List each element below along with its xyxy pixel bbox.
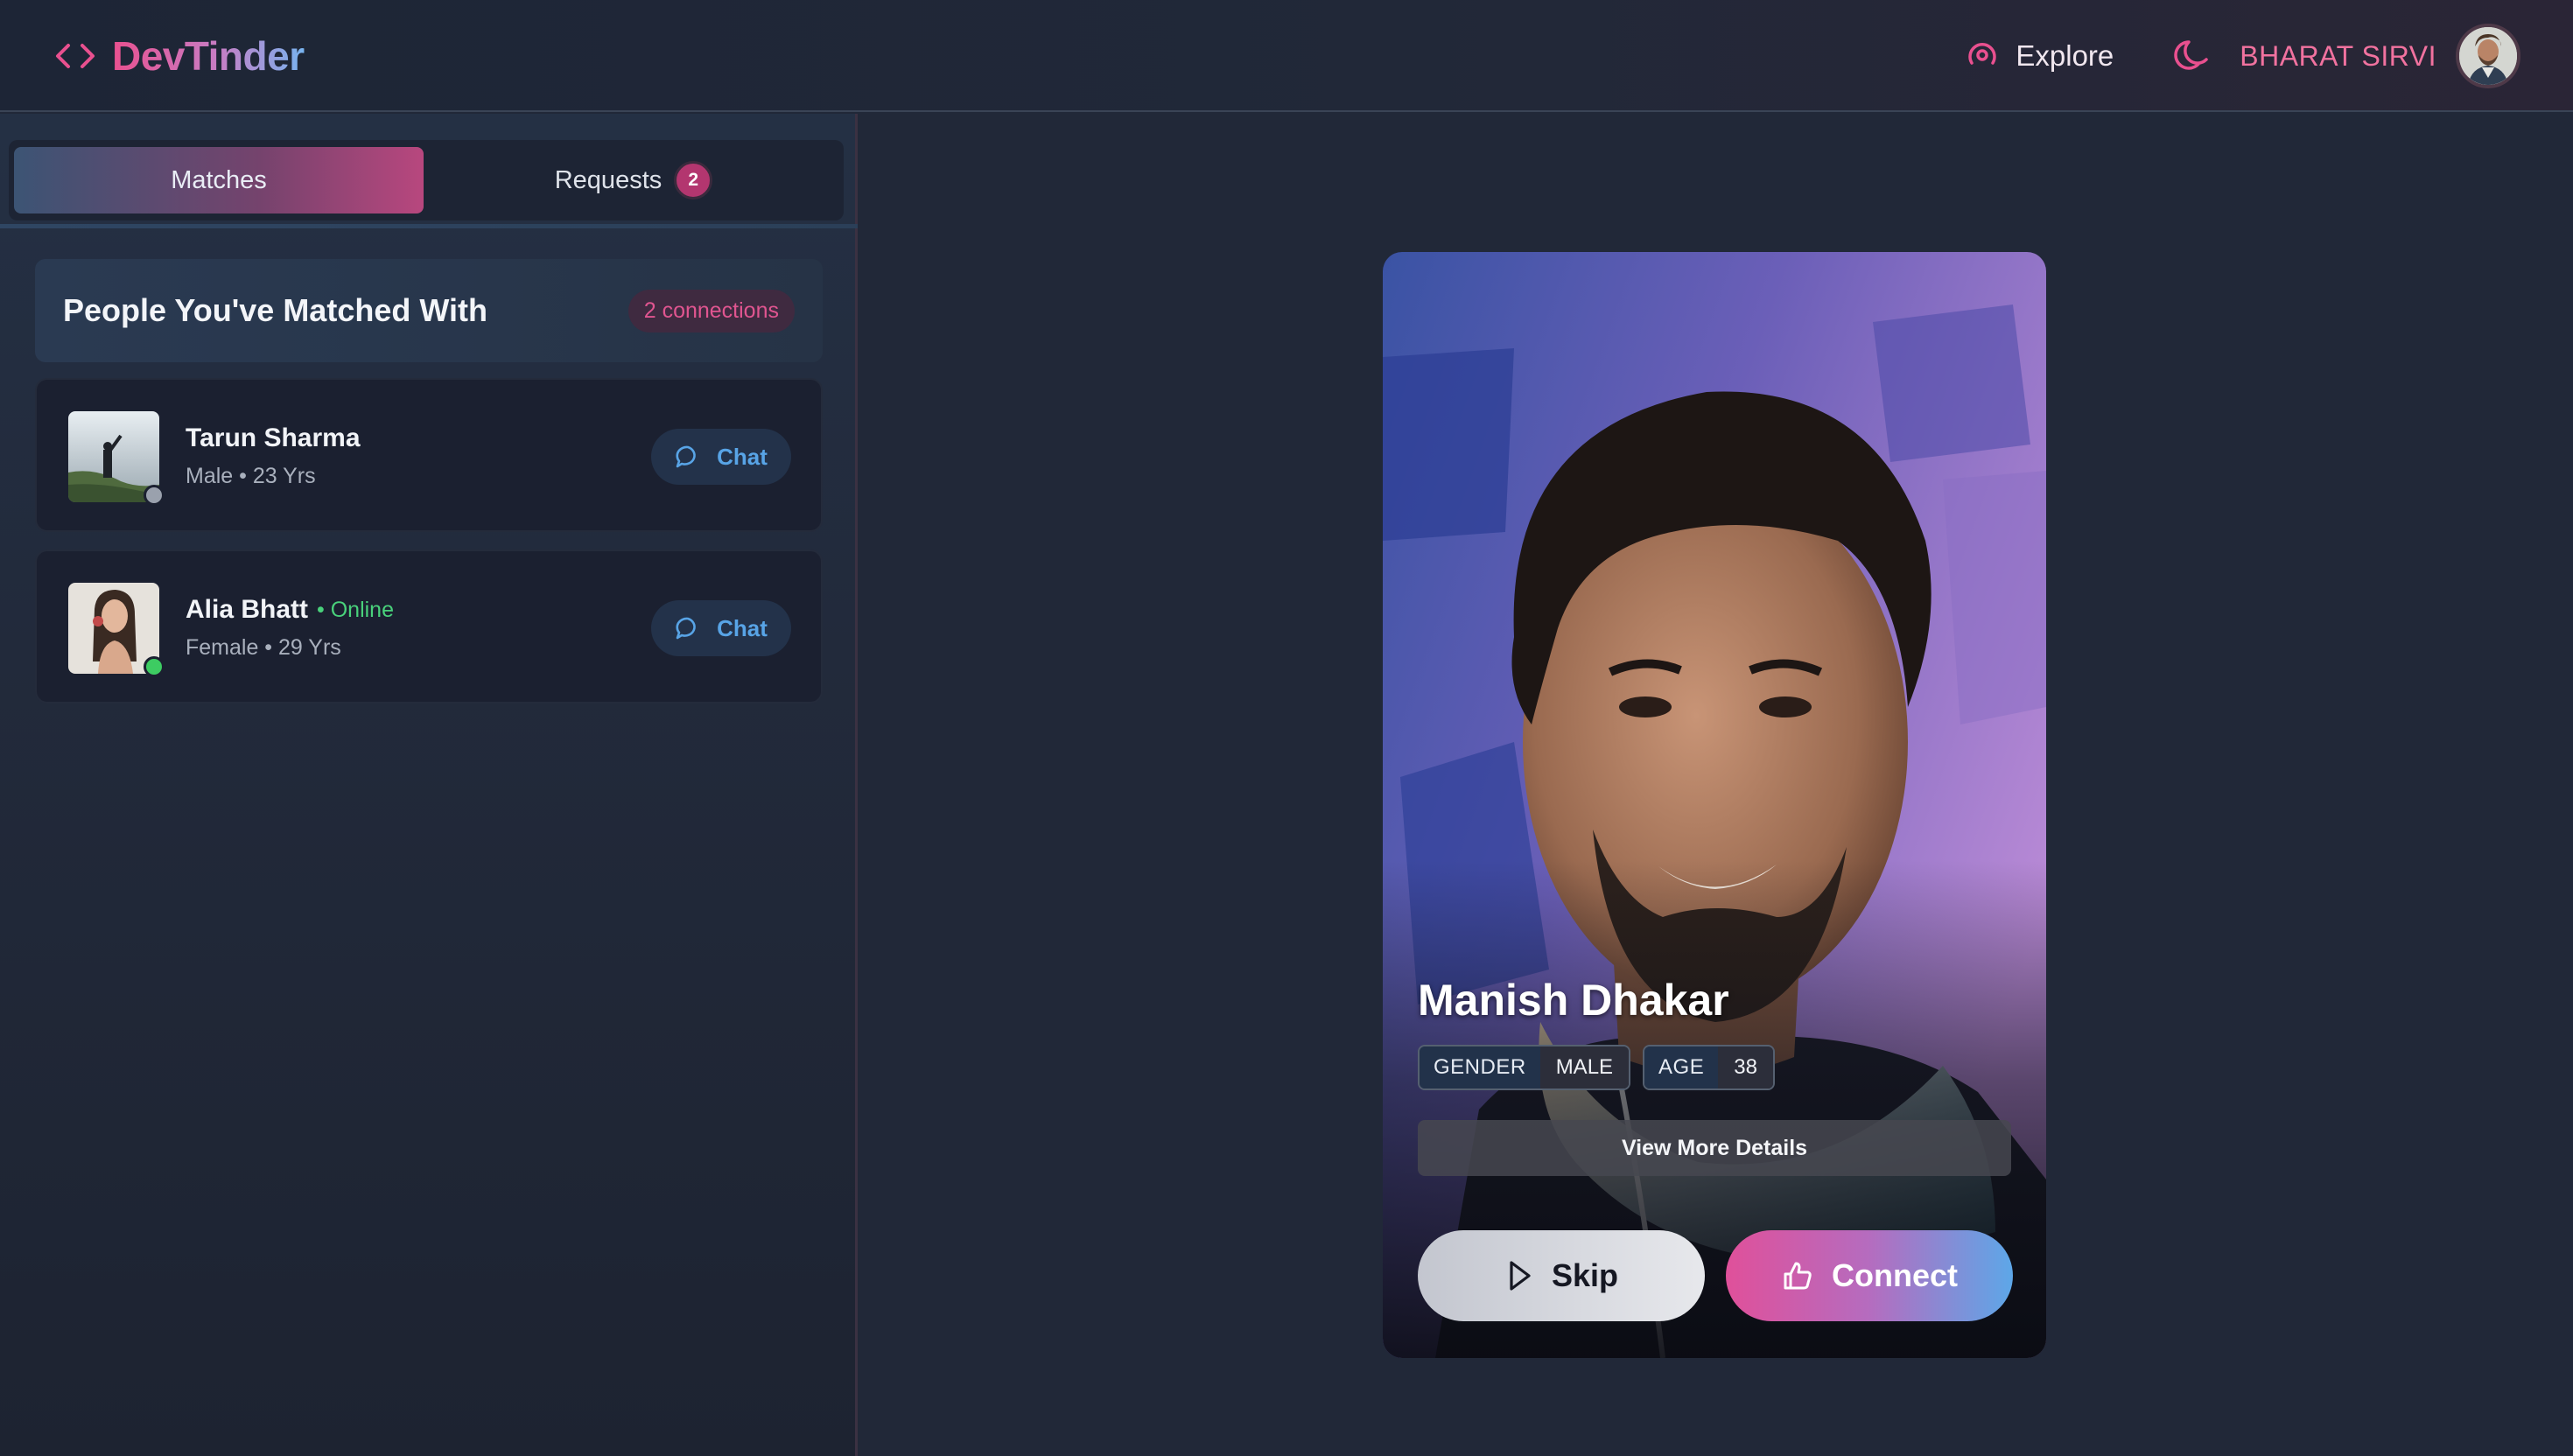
- online-status-label: • Online: [317, 597, 394, 622]
- brand-logo[interactable]: DevTinder: [54, 26, 305, 86]
- connect-button[interactable]: Connect: [1726, 1230, 2013, 1321]
- explore-link[interactable]: Explore: [1965, 38, 2114, 74]
- chat-button-label: Chat: [717, 443, 768, 470]
- moon-icon: [2174, 40, 2209, 70]
- match-card: Alia Bhatt • Online Female • 29 Yrs Chat: [35, 550, 823, 704]
- age-key: AGE: [1644, 1046, 1719, 1088]
- tab-divider: [0, 224, 858, 228]
- profile-attributes: GENDER MALE AGE 38: [1418, 1045, 1775, 1090]
- matches-sidebar: Matches Requests 2 People You've Matched…: [0, 114, 858, 1456]
- gender-value: MALE: [1539, 1046, 1630, 1088]
- tab-requests-label: Requests: [554, 165, 663, 194]
- connections-count-badge: 2 connections: [627, 289, 795, 332]
- age-chip: AGE 38: [1643, 1045, 1775, 1090]
- code-brackets-icon: [56, 44, 95, 68]
- brand-name: DevTinder: [112, 33, 305, 79]
- thumbs-up-icon: [1784, 1262, 1812, 1290]
- play-outline-icon: [1510, 1261, 1531, 1291]
- skip-button-label: Skip: [1551, 1257, 1619, 1293]
- explore-label: Explore: [2016, 39, 2114, 72]
- chat-bubble-icon: [676, 445, 696, 468]
- online-status-dot: [144, 656, 165, 677]
- tab-matches[interactable]: Matches: [14, 147, 424, 214]
- theme-toggle[interactable]: [2171, 35, 2213, 77]
- offline-status-dot: [144, 485, 165, 506]
- match-info: Tarun Sharma Male • 23 Yrs: [186, 424, 361, 489]
- gender-chip: GENDER MALE: [1418, 1045, 1631, 1090]
- match-meta: Female • 29 Yrs: [186, 635, 341, 660]
- view-more-details-button[interactable]: View More Details: [1418, 1120, 2011, 1176]
- requests-count-badge: 2: [674, 161, 713, 200]
- chat-button[interactable]: Chat: [651, 429, 791, 485]
- chat-bubble-icon: [676, 617, 696, 640]
- gender-key: GENDER: [1420, 1046, 1540, 1088]
- match-info: Alia Bhatt • Online Female • 29 Yrs: [186, 595, 394, 661]
- skip-button[interactable]: Skip: [1418, 1230, 1705, 1321]
- match-name[interactable]: Tarun Sharma: [186, 424, 361, 453]
- chat-button[interactable]: Chat: [651, 600, 791, 656]
- user-name[interactable]: BHARAT SIRVI: [2240, 40, 2436, 73]
- matches-header: People You've Matched With 2 connections: [35, 259, 823, 362]
- profile-card: Manish Dhakar GENDER MALE AGE 38 View Mo…: [1383, 252, 2046, 1358]
- user-avatar[interactable]: [2456, 24, 2520, 88]
- match-card: Tarun Sharma Male • 23 Yrs Chat: [35, 378, 823, 532]
- tab-requests[interactable]: Requests 2: [429, 147, 838, 214]
- match-meta: Male • 23 Yrs: [186, 464, 316, 488]
- connect-button-label: Connect: [1832, 1257, 1958, 1293]
- photo-gradient-overlay: [1383, 252, 2046, 1358]
- user-avatar-image: [2459, 27, 2517, 85]
- profile-name: Manish Dhakar: [1418, 976, 1729, 1025]
- tab-bar: Matches Requests 2: [9, 140, 844, 220]
- match-name[interactable]: Alia Bhatt: [186, 595, 308, 625]
- tab-matches-label: Matches: [171, 165, 267, 194]
- top-navbar: DevTinder Explore BHARAT SIRVI: [0, 0, 2573, 112]
- age-value: 38: [1718, 1046, 1773, 1088]
- matches-title: People You've Matched With: [63, 292, 487, 328]
- radar-icon: [1968, 43, 1997, 65]
- chat-button-label: Chat: [717, 614, 768, 641]
- nav-right: Explore BHARAT SIRVI: [1965, 21, 2520, 91]
